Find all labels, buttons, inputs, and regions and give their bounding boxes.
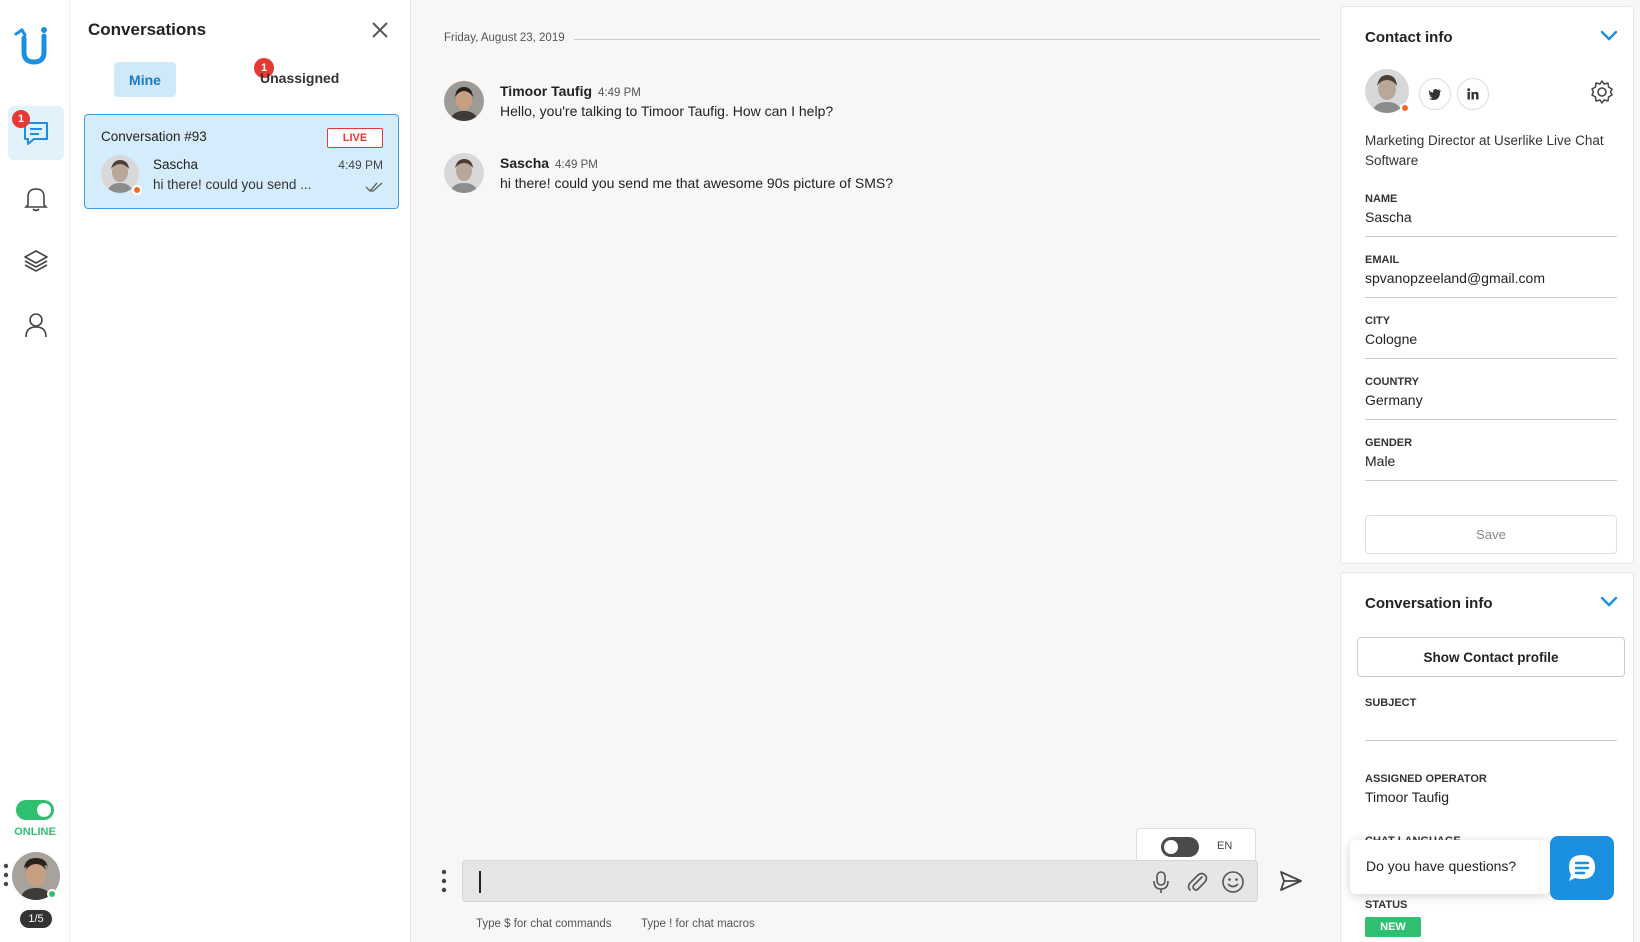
- translation-toggle-box: EN: [1136, 828, 1256, 864]
- chat-macros-hint: Type ! for chat macros: [641, 918, 755, 930]
- field-label: COUNTRY: [1365, 376, 1419, 388]
- operator-message-avatar: [444, 81, 484, 121]
- page-count-pill: 1/5: [20, 910, 52, 928]
- field-value: Timoor Taufig: [1365, 789, 1450, 805]
- subject-field[interactable]: SUBJECT: [1365, 697, 1617, 741]
- field-label: GENDER: [1365, 437, 1413, 449]
- conversation-info-title: Conversation info: [1365, 595, 1493, 612]
- nav-conversations[interactable]: 1: [8, 106, 64, 160]
- message-input[interactable]: [473, 869, 1093, 895]
- show-contact-profile-button[interactable]: Show Contact profile: [1357, 637, 1625, 677]
- user-icon: [25, 313, 47, 338]
- contact-message-avatar: [444, 153, 484, 193]
- date-separator: Friday, August 23, 2019: [444, 32, 565, 44]
- field-label: STATUS: [1365, 899, 1408, 911]
- language-code[interactable]: EN: [1217, 840, 1232, 852]
- left-rail: 1 ONLINE 1/5: [0, 0, 70, 942]
- field-label: CITY: [1365, 315, 1391, 327]
- chat-commands-hint: Type $ for chat commands: [476, 918, 612, 930]
- online-toggle[interactable]: [16, 800, 54, 820]
- operator-menu-icon[interactable]: [2, 862, 10, 888]
- contact-email-field[interactable]: EMAIL spvanopzeeland@gmail.com: [1365, 254, 1617, 298]
- field-label: SUBJECT: [1365, 697, 1417, 709]
- message-composer: [462, 860, 1258, 902]
- linkedin-icon: [1467, 88, 1479, 100]
- message-text: Hello, you're talking to Timoor Taufig. …: [500, 103, 834, 119]
- microphone-icon[interactable]: [1149, 870, 1173, 894]
- status-field: STATUS NEW: [1365, 899, 1617, 942]
- field-value: Cologne: [1365, 331, 1418, 347]
- chat-bubble-icon: [1569, 855, 1595, 881]
- contact-gender-field[interactable]: GENDER Male: [1365, 437, 1617, 481]
- operator-message-avatar-image: [444, 81, 484, 121]
- field-value: spvanopzeeland@gmail.com: [1365, 270, 1545, 286]
- contact-country-field[interactable]: COUNTRY Germany: [1365, 376, 1617, 420]
- chat-widget-prompt-text: Do you have questions?: [1366, 858, 1517, 874]
- conversation-preview: hi there! could you send ...: [153, 177, 312, 192]
- conversation-list-title: Conversations: [88, 20, 207, 39]
- twitter-button[interactable]: [1419, 78, 1451, 110]
- field-label: EMAIL: [1365, 254, 1400, 266]
- message-time: 4:49 PM: [555, 159, 598, 171]
- text-caret: [479, 871, 481, 893]
- nav-contacts[interactable]: [8, 298, 64, 352]
- close-icon[interactable]: [370, 20, 390, 40]
- assigned-operator-field[interactable]: ASSIGNED OPERATOR Timoor Taufig: [1365, 773, 1617, 817]
- conversation-contact-name: Sascha: [153, 157, 199, 172]
- operator-online-dot: [47, 889, 57, 899]
- contact-info-panel: Contact info Marketing Director at Userl…: [1340, 6, 1634, 564]
- layers-icon: [24, 250, 48, 272]
- conversation-time: 4:49 PM: [338, 158, 383, 172]
- field-value: Sascha: [1365, 209, 1412, 225]
- message-author-name: Sascha: [500, 155, 550, 171]
- conversation-card[interactable]: Conversation #93 LIVE Sascha 4:49 PM hi …: [84, 114, 399, 209]
- conversation-title: Conversation #93: [101, 129, 207, 144]
- nav-conversations-badge: 1: [12, 110, 30, 128]
- paperclip-icon[interactable]: [1185, 870, 1209, 894]
- contact-name-field[interactable]: NAME Sascha: [1365, 193, 1617, 237]
- tab-unassigned[interactable]: Unassigned: [260, 70, 339, 86]
- linkedin-button[interactable]: [1457, 78, 1489, 110]
- composer-menu-icon[interactable]: [440, 868, 448, 894]
- nav-notifications[interactable]: [8, 172, 64, 226]
- field-label: ASSIGNED OPERATOR: [1365, 773, 1487, 785]
- field-label: NAME: [1365, 193, 1398, 205]
- nav-layers[interactable]: [8, 234, 64, 288]
- message-text: hi there! could you send me that awesome…: [500, 175, 893, 191]
- save-button[interactable]: Save: [1365, 515, 1617, 554]
- contact-status-dot: [1400, 103, 1410, 113]
- message-author: Sascha 4:49 PM: [500, 155, 598, 171]
- contact-job-title: Marketing Director at Userlike Live Chat…: [1365, 133, 1604, 168]
- tab-mine[interactable]: Mine: [114, 62, 176, 97]
- twitter-icon: [1428, 89, 1441, 100]
- chevron-down-icon[interactable]: [1599, 29, 1619, 43]
- chat-widget-prompt[interactable]: Do you have questions?: [1350, 840, 1550, 894]
- bell-icon: [24, 188, 48, 212]
- chat-widget-button[interactable]: [1550, 836, 1614, 900]
- contact-message-avatar-image: [444, 153, 484, 193]
- field-value: Germany: [1365, 392, 1423, 408]
- chat-area: Friday, August 23, 2019 Timoor Taufig 4:4…: [412, 0, 1340, 942]
- field-value: Male: [1365, 453, 1396, 469]
- online-status-label: ONLINE: [14, 826, 56, 838]
- message-time: 4:49 PM: [598, 87, 641, 99]
- gear-icon[interactable]: [1589, 79, 1615, 105]
- double-check-icon: [365, 182, 383, 193]
- contact-info-title: Contact info: [1365, 29, 1453, 46]
- contact-status-dot: [132, 185, 142, 195]
- translation-toggle[interactable]: [1161, 837, 1199, 857]
- status-badge: NEW: [1365, 917, 1421, 937]
- userlike-logo-icon[interactable]: [14, 26, 54, 66]
- live-badge: LIVE: [327, 128, 383, 148]
- emoji-icon[interactable]: [1221, 870, 1245, 894]
- message-author-name: Timoor Taufig: [500, 83, 593, 99]
- contact-city-field[interactable]: CITY Cologne: [1365, 315, 1617, 359]
- date-separator-line: [574, 39, 1320, 40]
- message-author: Timoor Taufig 4:49 PM: [500, 83, 641, 99]
- send-icon[interactable]: [1278, 868, 1304, 894]
- conversation-list-panel: Conversations Mine 1 Unassigned Conversa…: [70, 0, 411, 942]
- chevron-down-icon[interactable]: [1599, 595, 1619, 609]
